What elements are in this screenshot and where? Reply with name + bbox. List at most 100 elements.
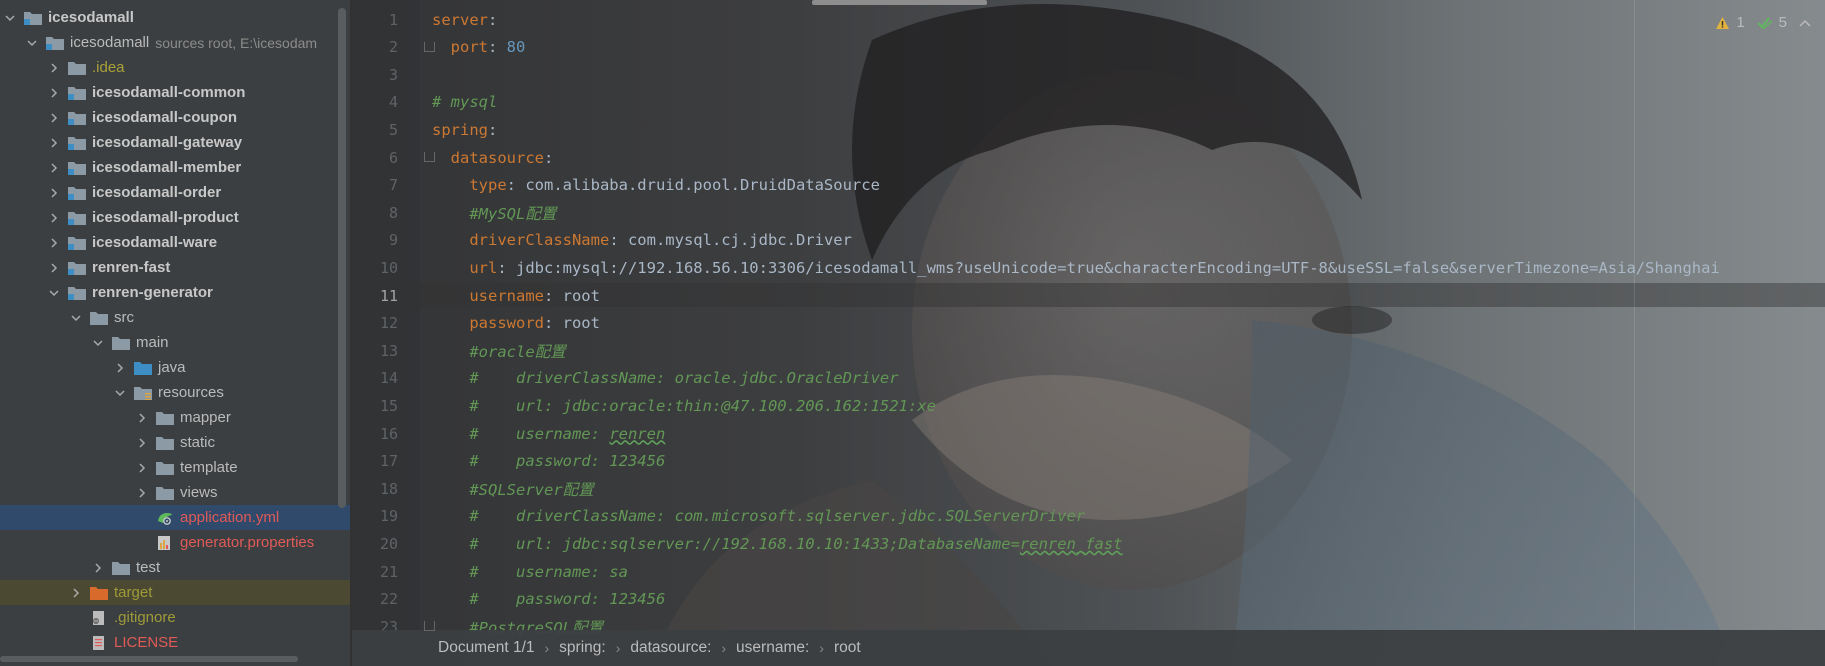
tree-item[interactable]: target <box>0 580 350 605</box>
code-line[interactable]: 1 server: <box>352 6 1825 33</box>
tree-item[interactable]: icesodamall <box>0 5 350 30</box>
code-line[interactable]: 8 #MySQL配置 <box>352 199 1825 226</box>
tree-item[interactable]: main <box>0 330 350 355</box>
line-number: 19 <box>379 507 398 526</box>
chevron-right-icon[interactable] <box>48 262 60 274</box>
code-line[interactable]: 9 driverClassName: com.mysql.cj.jdbc.Dri… <box>352 227 1825 254</box>
breadcrumb-item[interactable]: Document 1/1 <box>438 639 535 657</box>
tree-item[interactable]: template <box>0 455 350 480</box>
code-line[interactable]: 20 # url: jdbc:sqlserver://192.168.10.10… <box>352 530 1825 557</box>
horizontal-scrollbar-thumb[interactable] <box>0 656 298 662</box>
code-editor[interactable]: 1 server: 2 port: 80 3 4 # mysql 5 spring: 6 dat… <box>352 0 1825 666</box>
code-line[interactable]: 13 #oracle配置 <box>352 337 1825 364</box>
tree-item[interactable]: resources <box>0 380 350 405</box>
tree-item[interactable]: java <box>0 355 350 380</box>
tree-item[interactable]: mapper <box>0 405 350 430</box>
tree-item[interactable]: static <box>0 430 350 455</box>
chevron-right-icon[interactable] <box>48 62 60 74</box>
line-number: 13 <box>379 341 398 360</box>
code-line[interactable]: 22 # password: 123456 <box>352 586 1825 613</box>
line-number: 20 <box>379 534 398 553</box>
chevron-right-icon[interactable] <box>114 362 126 374</box>
tree-item[interactable]: .idea <box>0 55 350 80</box>
chevron-right-icon[interactable] <box>136 437 148 449</box>
chevron-right-icon[interactable] <box>48 162 60 174</box>
code-text: # username: renren <box>432 425 665 443</box>
chevron-up-icon[interactable] <box>1799 18 1811 28</box>
chevron-right-icon[interactable] <box>48 137 60 149</box>
code-line[interactable]: 18 #SQLServer配置 <box>352 475 1825 502</box>
tree-item[interactable]: icesodamall-coupon <box>0 105 350 130</box>
code-line[interactable]: 3 <box>352 61 1825 88</box>
tree-item[interactable]: icesodamall-common <box>0 80 350 105</box>
code-line[interactable]: 11 username: root <box>352 282 1825 309</box>
code-line[interactable]: 2 port: 80 <box>352 34 1825 61</box>
breadcrumb-item[interactable]: datasource: <box>630 639 711 657</box>
line-number: 18 <box>379 479 398 498</box>
chevron-right-icon[interactable] <box>48 212 60 224</box>
tree-item[interactable]: icesodamall-member <box>0 155 350 180</box>
code-line[interactable]: 6 datasource: <box>352 144 1825 171</box>
chevron-down-icon[interactable] <box>92 337 104 349</box>
breadcrumb-item[interactable]: spring: <box>559 639 606 657</box>
module-folder-icon <box>68 136 86 150</box>
code-text: spring: <box>432 121 497 139</box>
code-line[interactable]: 14 # driverClassName: oracle.jdbc.Oracle… <box>352 365 1825 392</box>
chevron-down-icon[interactable] <box>114 387 126 399</box>
chevron-down-icon[interactable] <box>26 37 38 49</box>
tree-item[interactable]: icesodamall-product <box>0 205 350 230</box>
tree-item[interactable]: LICENSE <box>0 630 350 655</box>
chevron-right-icon[interactable] <box>92 562 104 574</box>
inspection-widget[interactable]: 1 5 <box>1715 14 1811 31</box>
breadcrumb-item[interactable]: username: <box>736 639 809 657</box>
chevron-right-icon[interactable] <box>136 487 148 499</box>
chevron-right-icon[interactable] <box>136 462 148 474</box>
tree-item-label: .idea <box>92 59 125 76</box>
code-token: renren <box>609 424 666 443</box>
code-line[interactable]: 12 password: root <box>352 310 1825 337</box>
chevron-right-icon[interactable] <box>48 187 60 199</box>
chevron-right-icon[interactable] <box>70 587 82 599</box>
code-line[interactable]: 21 # username: sa <box>352 558 1825 585</box>
code-line[interactable]: 4 # mysql <box>352 89 1825 116</box>
code-token: #SQLServer配置 <box>469 480 594 499</box>
tree-item[interactable]: application.yml <box>0 505 350 530</box>
fold-marker-icon[interactable] <box>424 621 435 632</box>
breadcrumb-item[interactable]: root <box>834 639 861 657</box>
resources-folder-icon <box>134 386 152 400</box>
tree-item[interactable]: icesodamall-ware <box>0 230 350 255</box>
chevron-right-icon[interactable] <box>48 237 60 249</box>
source-folder-icon <box>134 361 152 375</box>
chevron-down-icon[interactable] <box>70 312 82 324</box>
tree-item[interactable]: test <box>0 555 350 580</box>
tree-item[interactable]: renren-generator <box>0 280 350 305</box>
chevron-down-icon[interactable] <box>48 287 60 299</box>
code-text: # driverClassName: com.microsoft.sqlserv… <box>432 507 1085 525</box>
tree-item-label: icesodamall-ware <box>92 234 218 251</box>
tree-item[interactable]: generator.properties <box>0 530 350 555</box>
chevron-down-icon[interactable] <box>4 12 16 24</box>
tree-item[interactable]: renren-fast <box>0 255 350 280</box>
tree-item[interactable]: icesodamall-gateway <box>0 130 350 155</box>
horizontal-scrollbar-thumb[interactable] <box>812 0 987 5</box>
code-line[interactable]: 5 spring: <box>352 116 1825 143</box>
chevron-right-icon[interactable] <box>48 87 60 99</box>
tree-item[interactable]: src <box>0 305 350 330</box>
code-line[interactable]: 15 # url: jdbc:oracle:thin:@47.100.206.1… <box>352 392 1825 419</box>
code-line[interactable]: 17 # password: 123456 <box>352 448 1825 475</box>
tree-item[interactable]: icesodamall-order <box>0 180 350 205</box>
tree-item[interactable]: .gitignore <box>0 605 350 630</box>
chevron-right-icon[interactable] <box>136 412 148 424</box>
project-tree-panel[interactable]: icesodamall icesodamall sources root, E:\i… <box>0 0 350 666</box>
fold-marker-icon[interactable] <box>424 41 435 52</box>
chevron-right-icon[interactable] <box>48 112 60 124</box>
tree-item[interactable]: icesodamall sources root, E:\icesodam <box>0 30 350 55</box>
tree-item[interactable]: views <box>0 480 350 505</box>
vertical-scrollbar-thumb[interactable] <box>338 8 346 508</box>
code-line[interactable]: 16 # username: renren <box>352 420 1825 447</box>
code-line[interactable]: 10 url: jdbc:mysql://192.168.56.10:3306/… <box>352 254 1825 281</box>
code-text: # driverClassName: oracle.jdbc.OracleDri… <box>432 369 898 387</box>
code-line[interactable]: 19 # driverClassName: com.microsoft.sqls… <box>352 503 1825 530</box>
code-line[interactable]: 7 type: com.alibaba.druid.pool.DruidData… <box>352 172 1825 199</box>
fold-marker-icon[interactable] <box>424 152 435 162</box>
